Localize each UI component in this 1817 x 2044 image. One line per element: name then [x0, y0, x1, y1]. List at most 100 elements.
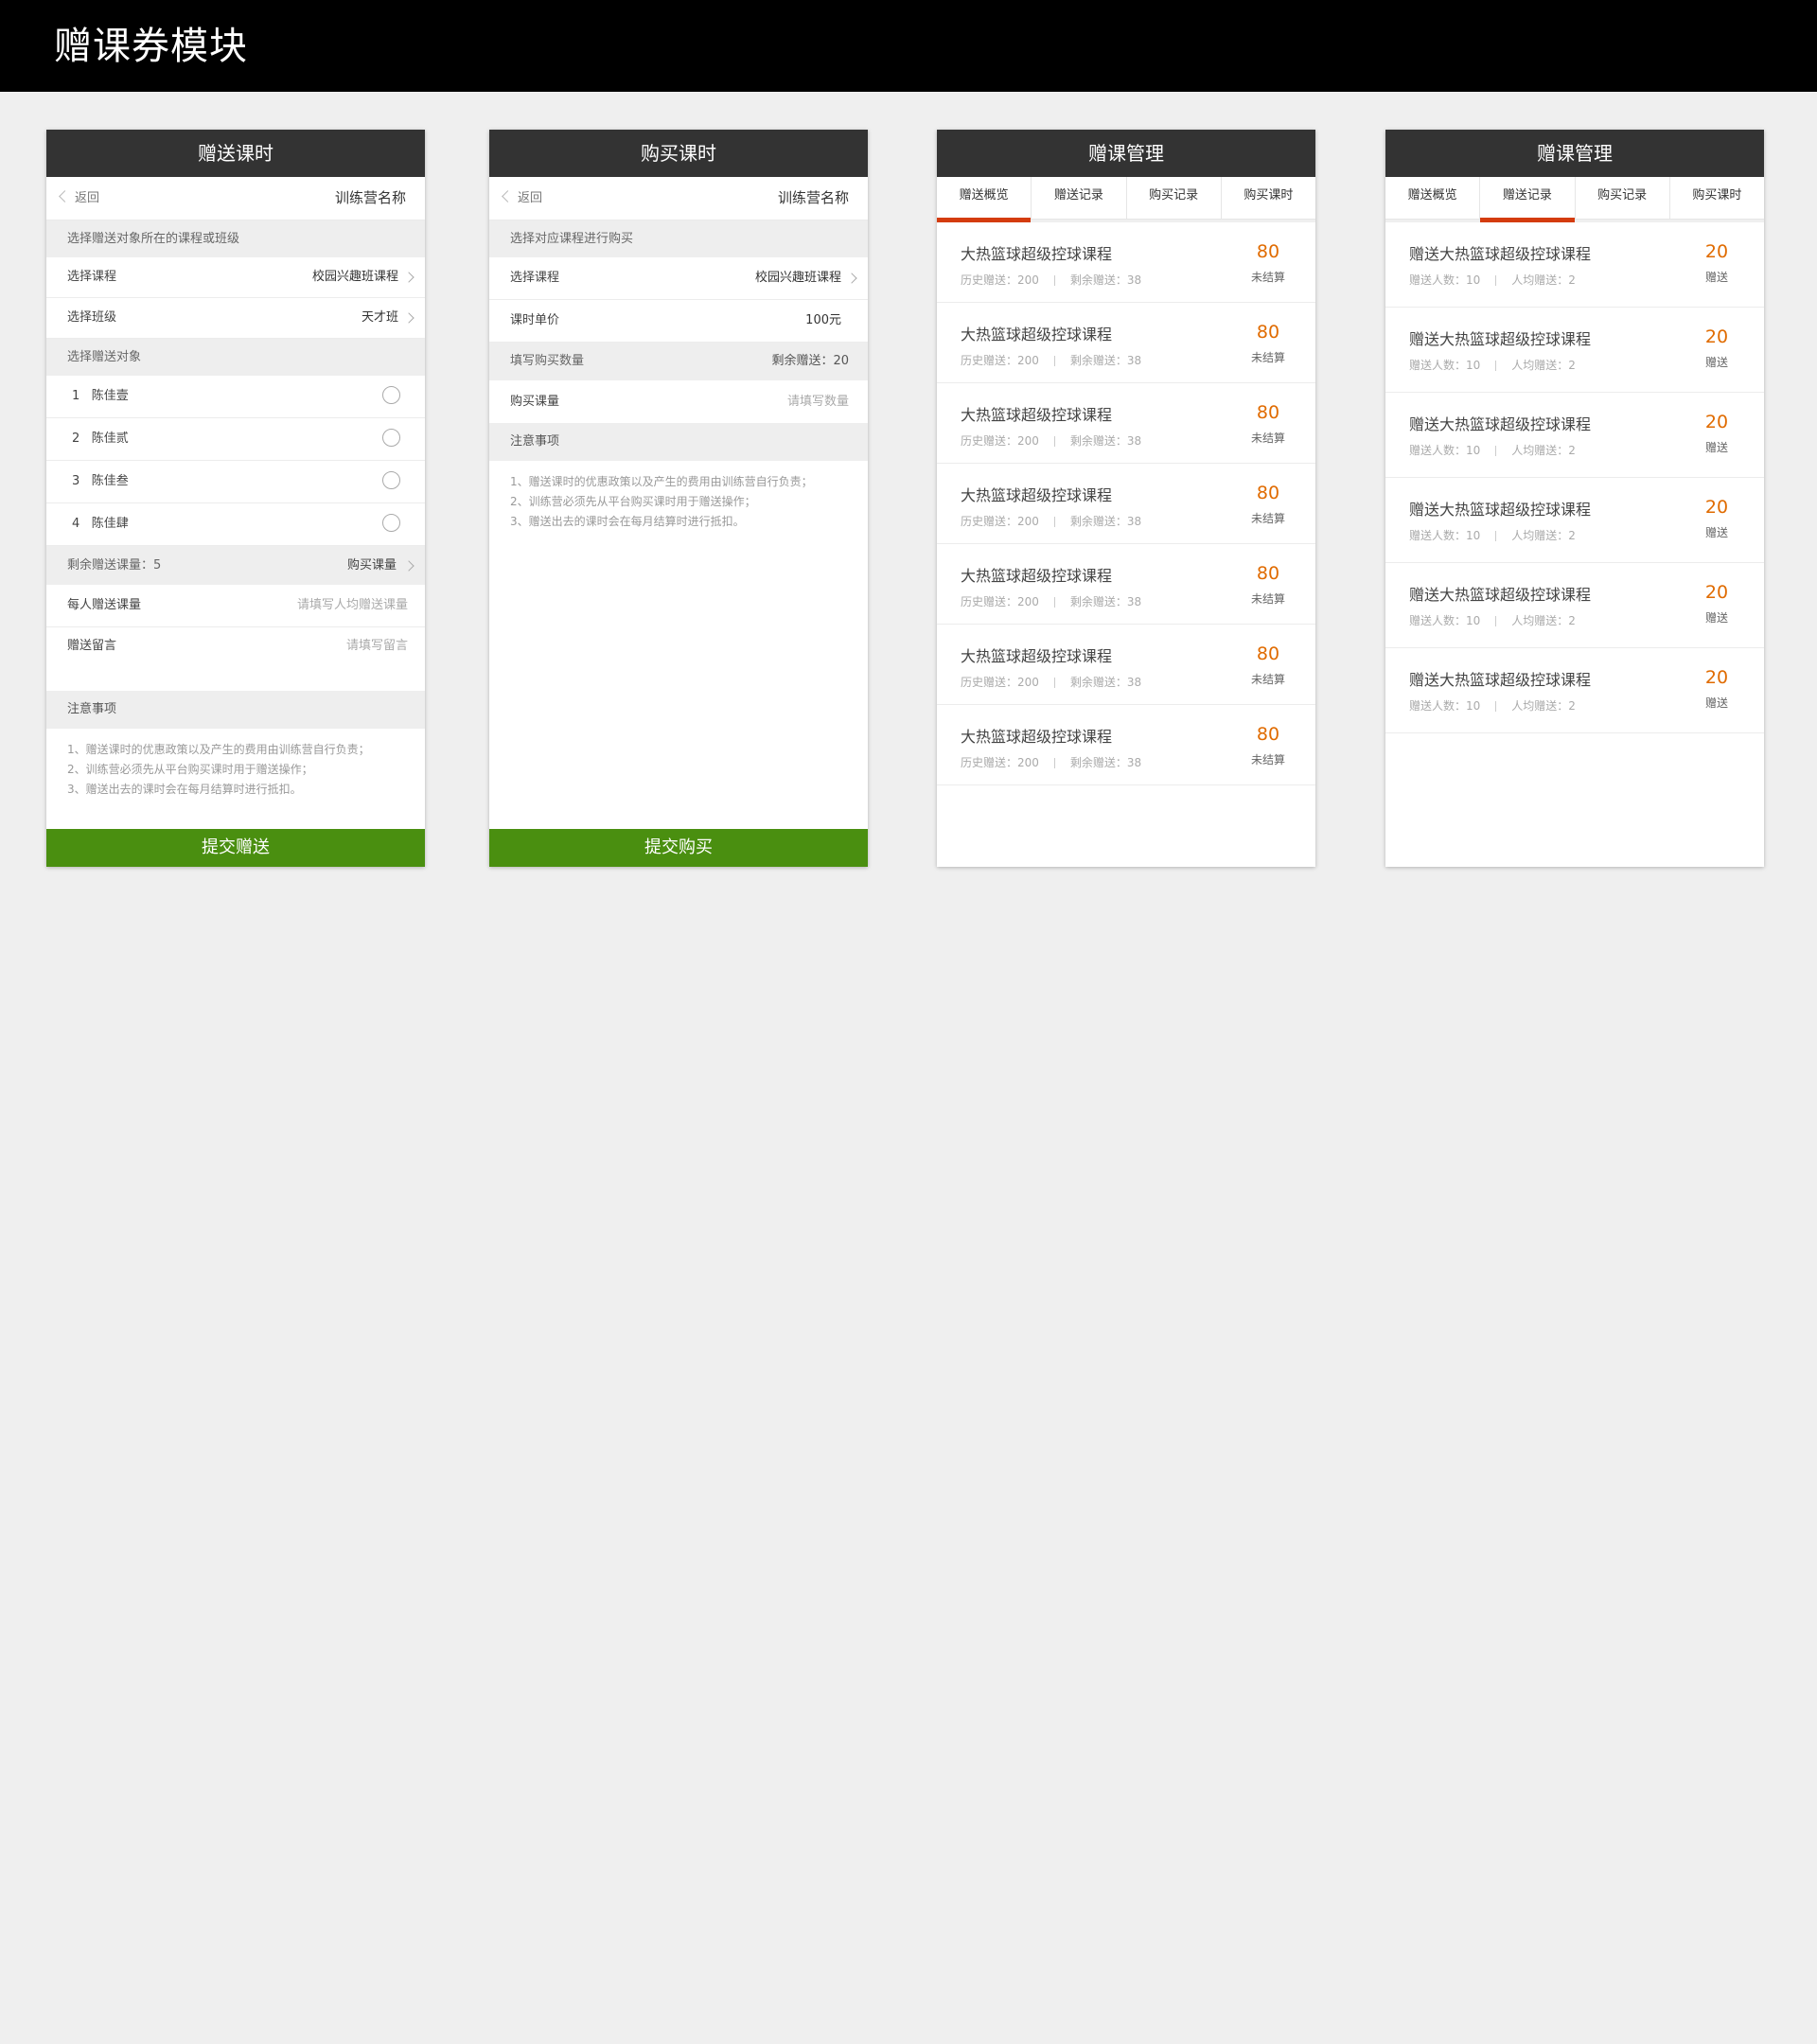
- note-item: 1、赠送课时的优惠政策以及产生的费用由训练营自行负责；: [67, 743, 370, 756]
- tab-buy-hours[interactable]: 购买课时: [1670, 177, 1764, 219]
- submit-buy-button[interactable]: 提交购买: [489, 829, 868, 867]
- list-item[interactable]: 赠送大热篮球超级控球课程 赠送人数：10 人均赠送：2 20 赠送: [1385, 563, 1764, 648]
- radio-button[interactable]: [382, 429, 400, 447]
- notes-list: 1、赠送课时的优惠政策以及产生的费用由训练营自行负责； 2、训练营必须先从平台购…: [489, 461, 868, 532]
- unsettled-label: 未结算: [1250, 592, 1285, 606]
- page-title: 赠课券模块: [54, 25, 248, 68]
- recipient-count: 赠送人数：10: [1409, 444, 1481, 457]
- remaining-quota-row: 剩余赠送课量：5 购买课量: [46, 546, 425, 585]
- amount-input[interactable]: 请填写数量: [787, 380, 849, 423]
- gift-label: 赠送: [1704, 696, 1728, 710]
- student-row[interactable]: 1 陈佳壹: [46, 376, 425, 418]
- tab-gift-records[interactable]: 赠送记录: [1480, 177, 1576, 222]
- message-row[interactable]: 赠送留言 请填写留言: [46, 627, 425, 691]
- history-gift: 历史赠送：200: [961, 515, 1039, 528]
- radio-button[interactable]: [382, 471, 400, 489]
- student-row[interactable]: 3 陈佳叁: [46, 461, 425, 503]
- item-title: 赠送大热篮球超级控球课程: [1409, 586, 1592, 604]
- per-person-row[interactable]: 每人赠送课量 请填写人均赠送课量: [46, 585, 425, 627]
- recipient-count: 赠送人数：10: [1409, 699, 1481, 713]
- chevron-right-icon: [403, 312, 415, 324]
- unsettled-label: 未结算: [1250, 673, 1285, 686]
- submit-gift-button[interactable]: 提交赠送: [46, 829, 425, 867]
- remaining-gift: 剩余赠送：38: [1069, 756, 1142, 769]
- item-title: 赠送大热篮球超级控球课程: [1409, 671, 1592, 689]
- chevron-right-icon: [846, 273, 857, 284]
- history-gift: 历史赠送：200: [961, 676, 1039, 689]
- back-button[interactable]: 返回: [502, 177, 542, 220]
- manage-screen-title: 赠课管理: [937, 130, 1315, 177]
- radio-button[interactable]: [382, 514, 400, 532]
- student-index: 2: [72, 432, 80, 446]
- item-title: 赠送大热篮球超级控球课程: [1409, 245, 1592, 263]
- manage-screen-title: 赠课管理: [1385, 130, 1764, 177]
- student-index: 3: [72, 474, 80, 488]
- unit-price-value: 100元: [805, 313, 841, 327]
- select-class-row[interactable]: 选择班级 天才班: [46, 298, 425, 339]
- gift-screen-title: 赠送课时: [46, 130, 425, 177]
- row-label: 课时单价: [510, 313, 560, 327]
- recipient-count: 赠送人数：10: [1409, 614, 1481, 627]
- divider: [1495, 616, 1497, 626]
- list-item[interactable]: 赠送大热篮球超级控球课程 赠送人数：10 人均赠送：2 20 赠送: [1385, 393, 1764, 478]
- section-label: 选择赠送对象: [67, 350, 142, 364]
- row-label: 购买课量: [510, 395, 560, 409]
- list-item[interactable]: 赠送大热篮球超级控球课程 赠送人数：10 人均赠送：2 20 赠送: [1385, 308, 1764, 393]
- tab-purchase-records[interactable]: 购买记录: [1127, 177, 1222, 219]
- overview-list: 大热篮球超级控球课程 历史赠送：200 剩余赠送：38 80 未结算 大热篮球超级…: [937, 222, 1315, 785]
- item-subtitle: 赠送人数：10 人均赠送：2: [1409, 272, 1576, 288]
- select-course-row[interactable]: 选择课程 校园兴趣班课程: [46, 257, 425, 298]
- note-item: 2、训练营必须先从平台购买课时用于赠送操作；: [510, 495, 756, 508]
- gift-label: 赠送: [1704, 356, 1728, 369]
- amount-row[interactable]: 购买课量 请填写数量: [489, 380, 868, 423]
- page-header: 赠课券模块: [0, 0, 1817, 92]
- chevron-right-icon: [403, 272, 415, 283]
- list-item[interactable]: 大热篮球超级控球课程 历史赠送：200 剩余赠送：38 80 未结算: [937, 383, 1315, 464]
- remaining-gift: 剩余赠送：38: [1069, 676, 1142, 689]
- message-input[interactable]: 请填写留言: [346, 627, 408, 665]
- student-name: 陈佳壹: [91, 389, 129, 403]
- gift-count: 20: [1704, 241, 1729, 262]
- tab-gift-records[interactable]: 赠送记录: [1032, 177, 1127, 219]
- list-item[interactable]: 大热篮球超级控球课程 历史赠送：200 剩余赠送：38 80 未结算: [937, 705, 1315, 785]
- tab-gift-overview[interactable]: 赠送概览: [1385, 177, 1481, 219]
- item-subtitle: 历史赠送：200 剩余赠送：38: [961, 352, 1141, 368]
- list-item[interactable]: 赠送大热篮球超级控球课程 赠送人数：10 人均赠送：2 20 赠送: [1385, 478, 1764, 563]
- list-item[interactable]: 大热篮球超级控球课程 历史赠送：200 剩余赠送：38 80 未结算: [937, 625, 1315, 705]
- gift-label: 赠送: [1704, 271, 1728, 284]
- list-item[interactable]: 大热篮球超级控球课程 历史赠送：200 剩余赠送：38 80 未结算: [937, 222, 1315, 303]
- tab-buy-hours[interactable]: 购买课时: [1222, 177, 1315, 219]
- list-item[interactable]: 赠送大热篮球超级控球课程 赠送人数：10 人均赠送：2 20 赠送: [1385, 648, 1764, 733]
- tab-purchase-records[interactable]: 购买记录: [1576, 177, 1670, 219]
- student-row[interactable]: 2 陈佳贰: [46, 418, 425, 461]
- item-title: 赠送大热篮球超级控球课程: [1409, 415, 1592, 433]
- unsettled-label: 未结算: [1250, 753, 1285, 766]
- radio-button[interactable]: [382, 386, 400, 404]
- notes-section: 注意事项: [489, 423, 868, 461]
- unsettled-count: 80: [1256, 643, 1280, 664]
- divider: [1053, 356, 1055, 366]
- list-item[interactable]: 大热篮球超级控球课程 历史赠送：200 剩余赠送：38 80 未结算: [937, 464, 1315, 544]
- item-subtitle: 历史赠送：200 剩余赠送：38: [961, 593, 1141, 609]
- item-subtitle: 赠送人数：10 人均赠送：2: [1409, 612, 1576, 628]
- list-item[interactable]: 大热篮球超级控球课程 历史赠送：200 剩余赠送：38 80 未结算: [937, 544, 1315, 625]
- unsettled-label: 未结算: [1250, 512, 1285, 525]
- select-course-row[interactable]: 选择课程 校园兴趣班课程: [489, 257, 868, 300]
- student-row[interactable]: 4 陈佳肆: [46, 503, 425, 546]
- divider: [1495, 275, 1497, 286]
- per-person-input[interactable]: 请填写人均赠送课量: [297, 585, 408, 626]
- back-button[interactable]: 返回: [59, 177, 99, 220]
- buy-quota-link[interactable]: 购买课量: [347, 546, 397, 585]
- remaining-gift: 剩余赠送：20: [771, 354, 849, 368]
- row-label: 每人赠送课量: [67, 598, 142, 612]
- row-label: 选择课程: [67, 270, 117, 284]
- list-item[interactable]: 大热篮球超级控球课程 历史赠送：200 剩余赠送：38 80 未结算: [937, 303, 1315, 383]
- note-item: 1、赠送课时的优惠政策以及产生的费用由训练营自行负责；: [510, 475, 813, 488]
- gift-label: 赠送: [1704, 611, 1728, 625]
- item-title: 大热篮球超级控球课程: [961, 245, 1113, 263]
- list-item[interactable]: 赠送大热篮球超级控球课程 赠送人数：10 人均赠送：2 20 赠送: [1385, 222, 1764, 308]
- remaining-gift: 剩余赠送：38: [1069, 595, 1142, 608]
- item-title: 大热篮球超级控球课程: [961, 567, 1113, 585]
- item-title: 赠送大热篮球超级控球课程: [1409, 501, 1592, 519]
- tab-gift-overview[interactable]: 赠送概览: [937, 177, 1032, 222]
